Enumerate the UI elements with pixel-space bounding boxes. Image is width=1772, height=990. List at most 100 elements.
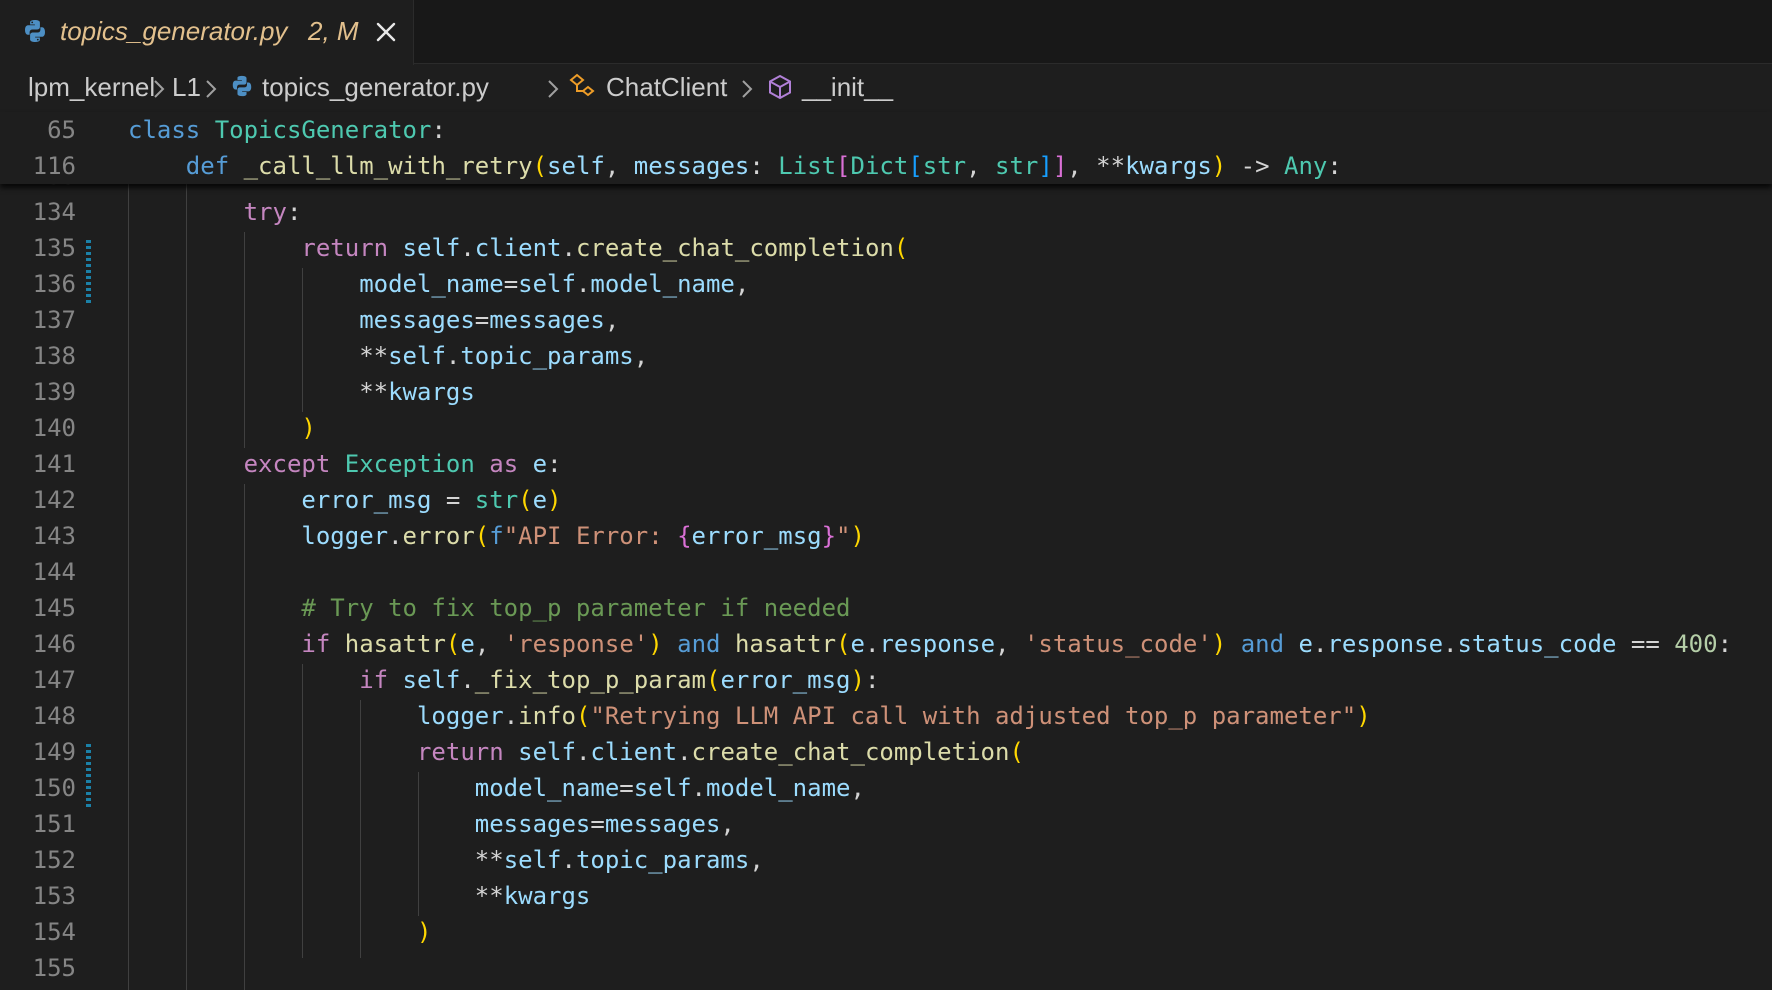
code-token: = <box>503 270 519 298</box>
line-number: 136 <box>32 270 76 298</box>
code-token: [ <box>908 152 923 180</box>
code-token: logger <box>416 702 504 730</box>
code-text: return self.client.create_chat_completio… <box>128 734 1024 770</box>
code-token: , <box>604 152 634 180</box>
code-token: self <box>547 152 605 180</box>
sticky-scroll-header[interactable]: 65 class TopicsGenerator: 116 def _call_… <box>0 112 1772 184</box>
code-token: ( <box>836 630 851 658</box>
git-modified-gutter-marker[interactable] <box>86 240 91 306</box>
code-line[interactable]: 140 ) <box>0 410 1772 446</box>
code-token: response <box>1327 630 1444 658</box>
code-token: ] <box>1038 152 1053 180</box>
code-token: ) <box>416 918 432 946</box>
code-line[interactable]: 150 model_name=self.model_name, <box>0 770 1772 806</box>
code-line[interactable]: 137 messages=messages, <box>0 302 1772 338</box>
code-token: self <box>402 234 461 262</box>
line-number: 135 <box>32 234 76 262</box>
code-line[interactable]: 149 return self.client.create_chat_compl… <box>0 734 1772 770</box>
code-token: : <box>431 116 446 144</box>
line-number: 141 <box>32 450 76 478</box>
code-token: self <box>633 774 692 802</box>
code-token: == <box>1616 630 1675 658</box>
code-line[interactable]: 141 except Exception as e: <box>0 446 1772 482</box>
code-token: Exception <box>344 450 475 478</box>
code-line[interactable]: 153 **kwargs <box>0 878 1772 914</box>
code-line[interactable]: 146 if hasattr(e, 'response') and hasatt… <box>0 626 1772 662</box>
line-number: 65 <box>47 116 76 144</box>
code-token: model_name <box>590 270 735 298</box>
code-token: ** <box>128 882 504 910</box>
sticky-line[interactable]: 116 def _call_llm_with_retry(self, messa… <box>0 148 1772 184</box>
line-number: 138 <box>32 342 76 370</box>
code-token: , <box>995 630 1024 658</box>
code-token: model_name <box>474 774 620 802</box>
code-token: ) <box>850 666 865 694</box>
line-number: 154 <box>32 918 76 946</box>
code-token: str <box>995 152 1039 180</box>
code-token: model_name <box>705 774 851 802</box>
code-token: class <box>128 116 201 144</box>
code-token: , <box>604 306 620 334</box>
code-line[interactable]: 144 <box>0 554 1772 590</box>
code-token: ( <box>575 702 591 730</box>
code-line[interactable]: 142 error_msg = str(e) <box>0 482 1772 518</box>
code-line[interactable]: 143 logger.error(f"API Error: {error_msg… <box>0 518 1772 554</box>
code-token: : <box>1327 152 1342 180</box>
code-line[interactable]: 145 # Try to fix top_p parameter if need… <box>0 590 1772 626</box>
code-line[interactable]: 155 <box>0 950 1772 986</box>
line-number: 143 <box>32 522 76 550</box>
line-number: 147 <box>32 666 76 694</box>
code-line[interactable]: 134 try: <box>0 194 1772 230</box>
code-token: client <box>590 738 678 766</box>
code-text: if self._fix_top_p_param(error_msg): <box>128 662 879 698</box>
code-token: , <box>633 342 649 370</box>
code-token: { <box>677 522 692 550</box>
code-token: . <box>575 270 591 298</box>
code-line[interactable]: 139 **kwargs <box>0 374 1772 410</box>
code-token: error <box>402 522 475 550</box>
line-number: 151 <box>32 810 76 838</box>
code-token: . <box>575 738 591 766</box>
indent-guide <box>360 700 361 958</box>
code-line[interactable]: 148 logger.info("Retrying LLM API call w… <box>0 698 1772 734</box>
line-number: 144 <box>32 558 76 586</box>
sticky-line[interactable]: 65 class TopicsGenerator: <box>0 112 1772 148</box>
code-token: f <box>489 522 504 550</box>
indent-guide <box>244 484 245 990</box>
code-text: model_name=self.model_name, <box>128 266 749 302</box>
indent-guide <box>244 232 245 448</box>
code-token: ( <box>1009 738 1024 766</box>
code-line[interactable]: 135 return self.client.create_chat_compl… <box>0 230 1772 266</box>
code-token: . <box>460 666 475 694</box>
indent-guide <box>128 184 129 990</box>
code-token: _call_llm_with_retry <box>243 152 533 180</box>
code-token: : <box>864 666 880 694</box>
code-token: ( <box>445 630 461 658</box>
code-line[interactable]: 151 messages=messages, <box>0 806 1772 842</box>
code-line[interactable]: 147 if self._fix_top_p_param(error_msg): <box>0 662 1772 698</box>
code-line[interactable]: 136 model_name=self.model_name, <box>0 266 1772 302</box>
git-modified-gutter-marker[interactable] <box>86 744 91 810</box>
code-token: if <box>301 630 331 658</box>
code-line[interactable]: 154 ) <box>0 914 1772 950</box>
code-line[interactable]: 138 **self.topic_params, <box>0 338 1772 374</box>
code-token: kwargs <box>503 882 591 910</box>
code-line[interactable]: 152 **self.topic_params, <box>0 842 1772 878</box>
code-token: . <box>445 342 461 370</box>
code-token: self <box>402 666 461 694</box>
code-token: hasattr <box>344 630 446 658</box>
code-token: . <box>865 630 880 658</box>
code-text: class TopicsGenerator: <box>128 112 446 148</box>
code-token: kwargs <box>388 378 475 406</box>
line-number: 116 <box>32 152 76 180</box>
line-number: 150 <box>32 774 76 802</box>
code-editor[interactable]: 65 class TopicsGenerator: 116 def _call_… <box>0 0 1772 990</box>
